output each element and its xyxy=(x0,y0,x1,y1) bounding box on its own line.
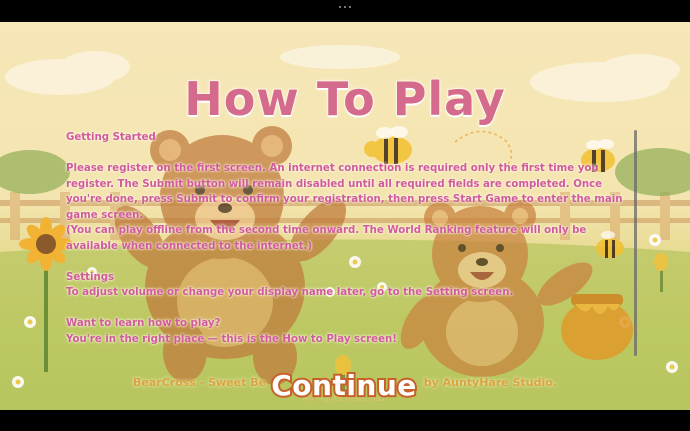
getting-started-heading: Getting Started xyxy=(66,132,156,143)
continue-button[interactable]: Continue xyxy=(268,365,420,405)
how-to-play-screen: How To Play Getting Started Please regis… xyxy=(0,22,690,410)
settings-body: To adjust volume or change your display … xyxy=(66,287,514,298)
page-title: How To Play xyxy=(183,71,506,127)
bottom-bar xyxy=(0,410,690,431)
app-window: How To Play Getting Started Please regis… xyxy=(0,0,690,431)
more-dots-icon[interactable] xyxy=(339,6,351,10)
credit-right: by AuntyHare Studio. xyxy=(423,376,557,389)
credit-left: BearCross - Sweet Be xyxy=(133,376,267,389)
top-bar xyxy=(0,0,690,22)
learn-body: You're in the right place — this is the … xyxy=(66,333,397,345)
instructions-scrollbar[interactable] xyxy=(634,130,637,356)
learn-heading: Want to learn how to play? xyxy=(66,318,221,329)
instructions-panel[interactable]: Getting Started Please register on the f… xyxy=(66,130,624,347)
getting-started-body: Please register on the first screen. An … xyxy=(66,163,623,221)
settings-heading: Settings xyxy=(66,271,115,283)
offline-note: (You can play offline from the second ti… xyxy=(66,225,587,252)
